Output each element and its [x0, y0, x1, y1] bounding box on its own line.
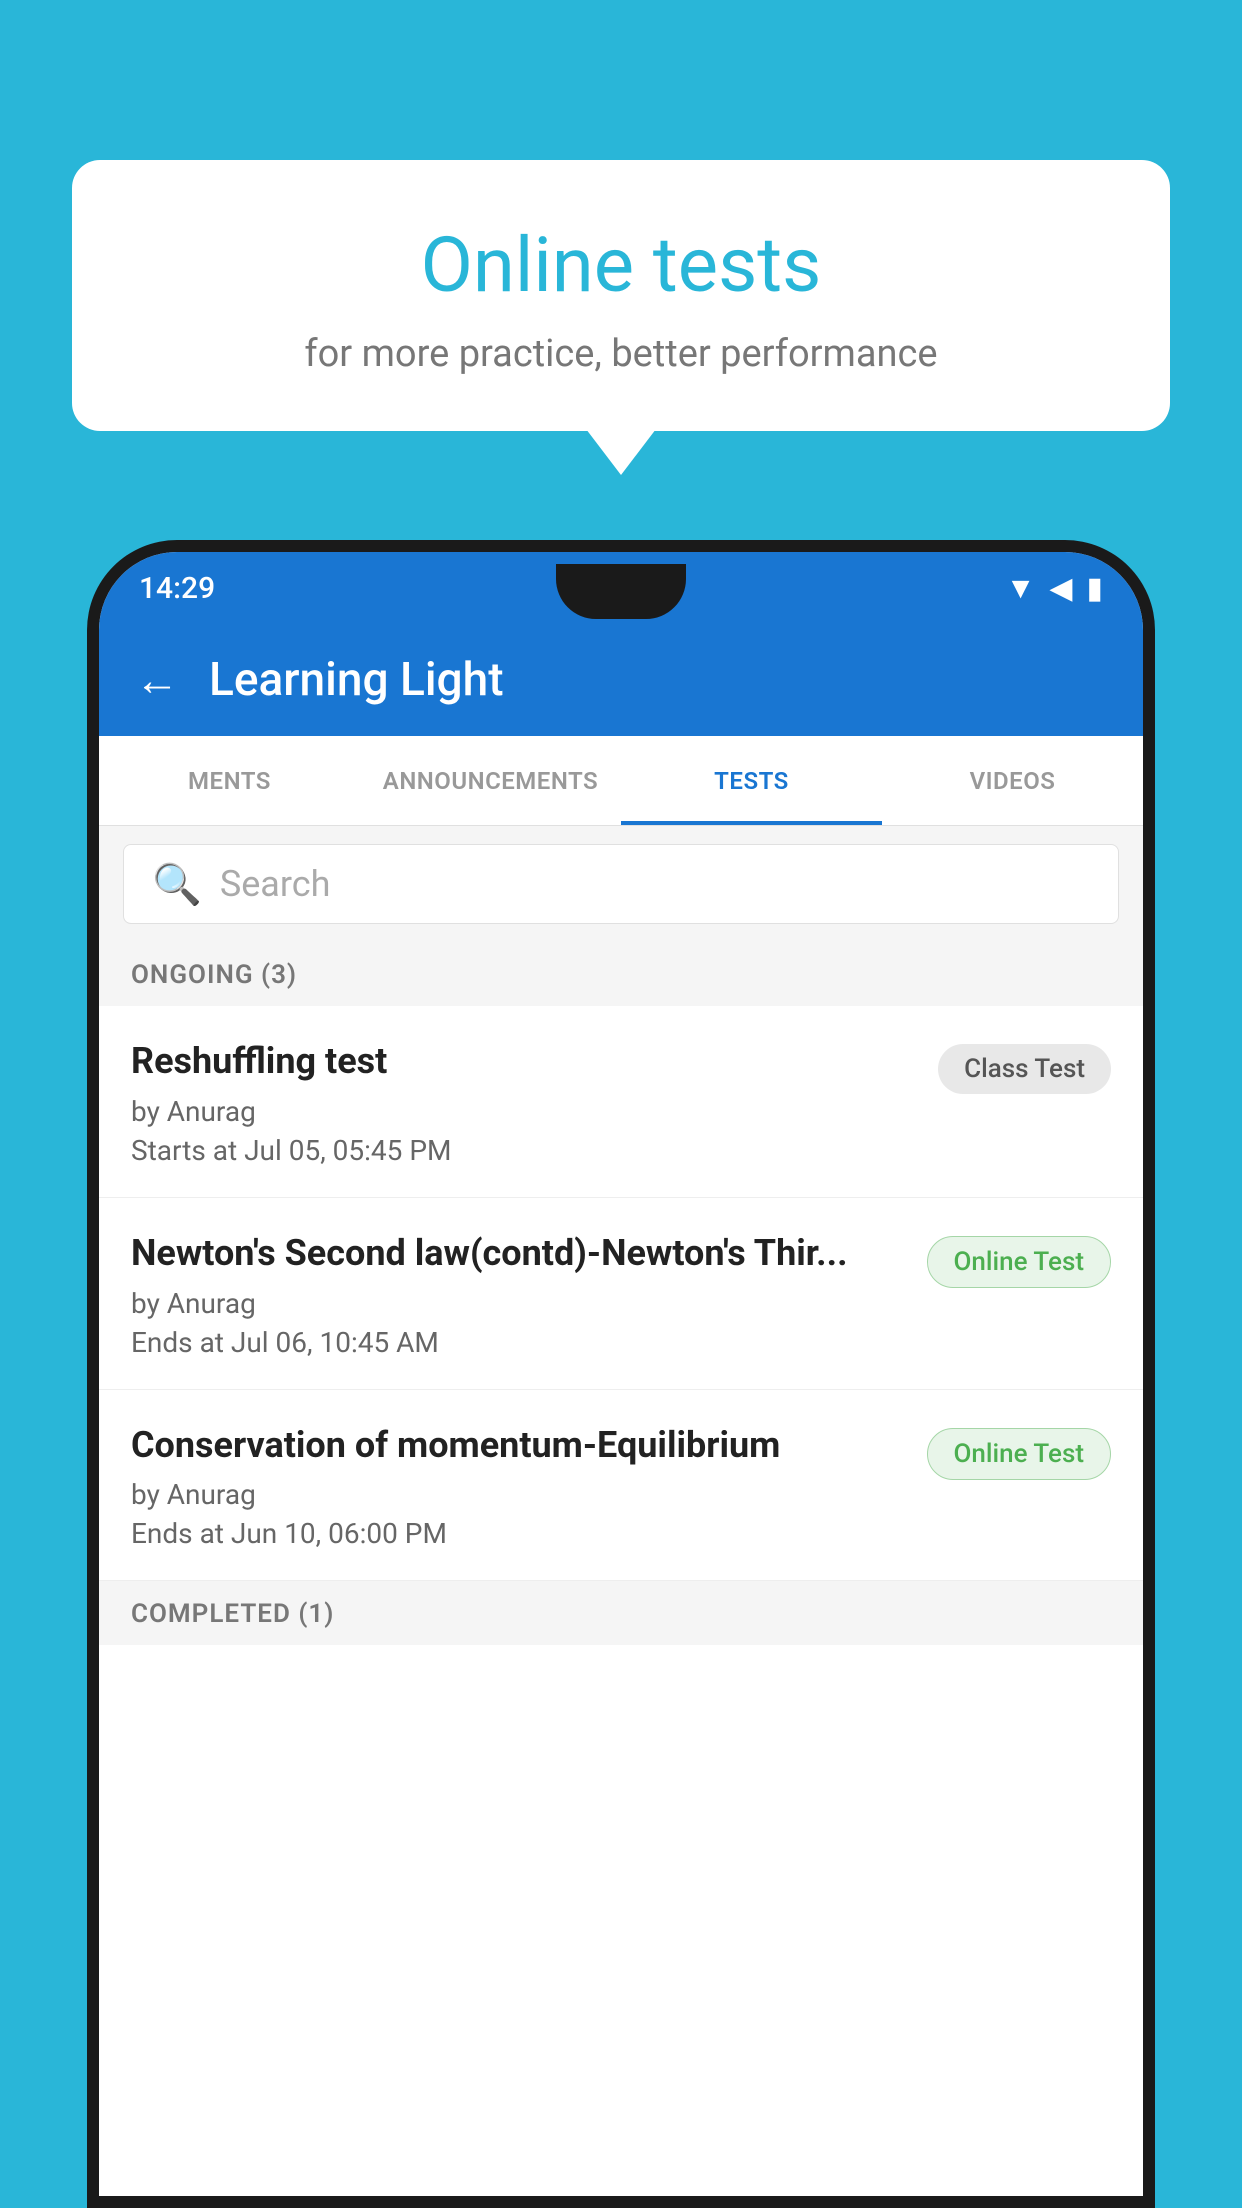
- test-item-1[interactable]: Reshuffling test by Anurag Starts at Jul…: [99, 1006, 1143, 1198]
- test-title-1: Reshuffling test: [131, 1038, 918, 1085]
- test-title-3: Conservation of momentum-Equilibrium: [131, 1422, 907, 1469]
- search-input[interactable]: Search: [220, 863, 331, 905]
- test-info-1: Reshuffling test by Anurag Starts at Jul…: [131, 1038, 918, 1167]
- phone-frame: 14:29 ▼ ◀ ▮ ← Learning Light MENTS ANNOU…: [87, 540, 1155, 2208]
- search-container: 🔍 Search: [99, 826, 1143, 942]
- wifi-icon: ▼: [1006, 571, 1036, 606]
- test-by-2: by Anurag: [131, 1287, 907, 1320]
- test-time-2: Ends at Jul 06, 10:45 AM: [131, 1326, 907, 1359]
- test-by-1: by Anurag: [131, 1095, 918, 1128]
- back-button[interactable]: ←: [135, 654, 179, 706]
- tabs-bar: MENTS ANNOUNCEMENTS TESTS VIDEOS: [99, 736, 1143, 826]
- app-bar-title: Learning Light: [209, 653, 504, 707]
- test-time-1: Starts at Jul 05, 05:45 PM: [131, 1134, 918, 1167]
- test-item-3[interactable]: Conservation of momentum-Equilibrium by …: [99, 1390, 1143, 1582]
- search-bar[interactable]: 🔍 Search: [123, 844, 1119, 924]
- test-title-2: Newton's Second law(contd)-Newton's Thir…: [131, 1230, 907, 1277]
- tab-tests[interactable]: TESTS: [621, 736, 882, 825]
- phone-notch: [556, 564, 686, 619]
- bubble-subtitle: for more practice, better performance: [122, 332, 1120, 376]
- bubble-title: Online tests: [122, 220, 1120, 310]
- test-badge-3: Online Test: [927, 1428, 1112, 1480]
- tab-ments[interactable]: MENTS: [99, 736, 360, 825]
- tab-announcements[interactable]: ANNOUNCEMENTS: [360, 736, 621, 825]
- speech-bubble: Online tests for more practice, better p…: [72, 160, 1170, 431]
- test-info-3: Conservation of momentum-Equilibrium by …: [131, 1422, 907, 1551]
- app-bar: ← Learning Light: [99, 624, 1143, 736]
- battery-icon: ▮: [1086, 571, 1103, 606]
- phone-inner: 14:29 ▼ ◀ ▮ ← Learning Light MENTS ANNOU…: [99, 552, 1143, 2196]
- test-item-2[interactable]: Newton's Second law(contd)-Newton's Thir…: [99, 1198, 1143, 1390]
- completed-section-header: COMPLETED (1): [99, 1581, 1143, 1645]
- test-time-3: Ends at Jun 10, 06:00 PM: [131, 1517, 907, 1550]
- test-badge-1: Class Test: [938, 1044, 1111, 1094]
- status-time: 14:29: [139, 571, 215, 606]
- search-icon: 🔍: [152, 861, 202, 908]
- signal-icon: ◀: [1049, 571, 1072, 606]
- test-by-3: by Anurag: [131, 1478, 907, 1511]
- status-icons: ▼ ◀ ▮: [1006, 571, 1103, 606]
- tab-videos[interactable]: VIDEOS: [882, 736, 1143, 825]
- test-info-2: Newton's Second law(contd)-Newton's Thir…: [131, 1230, 907, 1359]
- test-badge-2: Online Test: [927, 1236, 1112, 1288]
- ongoing-section-header: ONGOING (3): [99, 942, 1143, 1006]
